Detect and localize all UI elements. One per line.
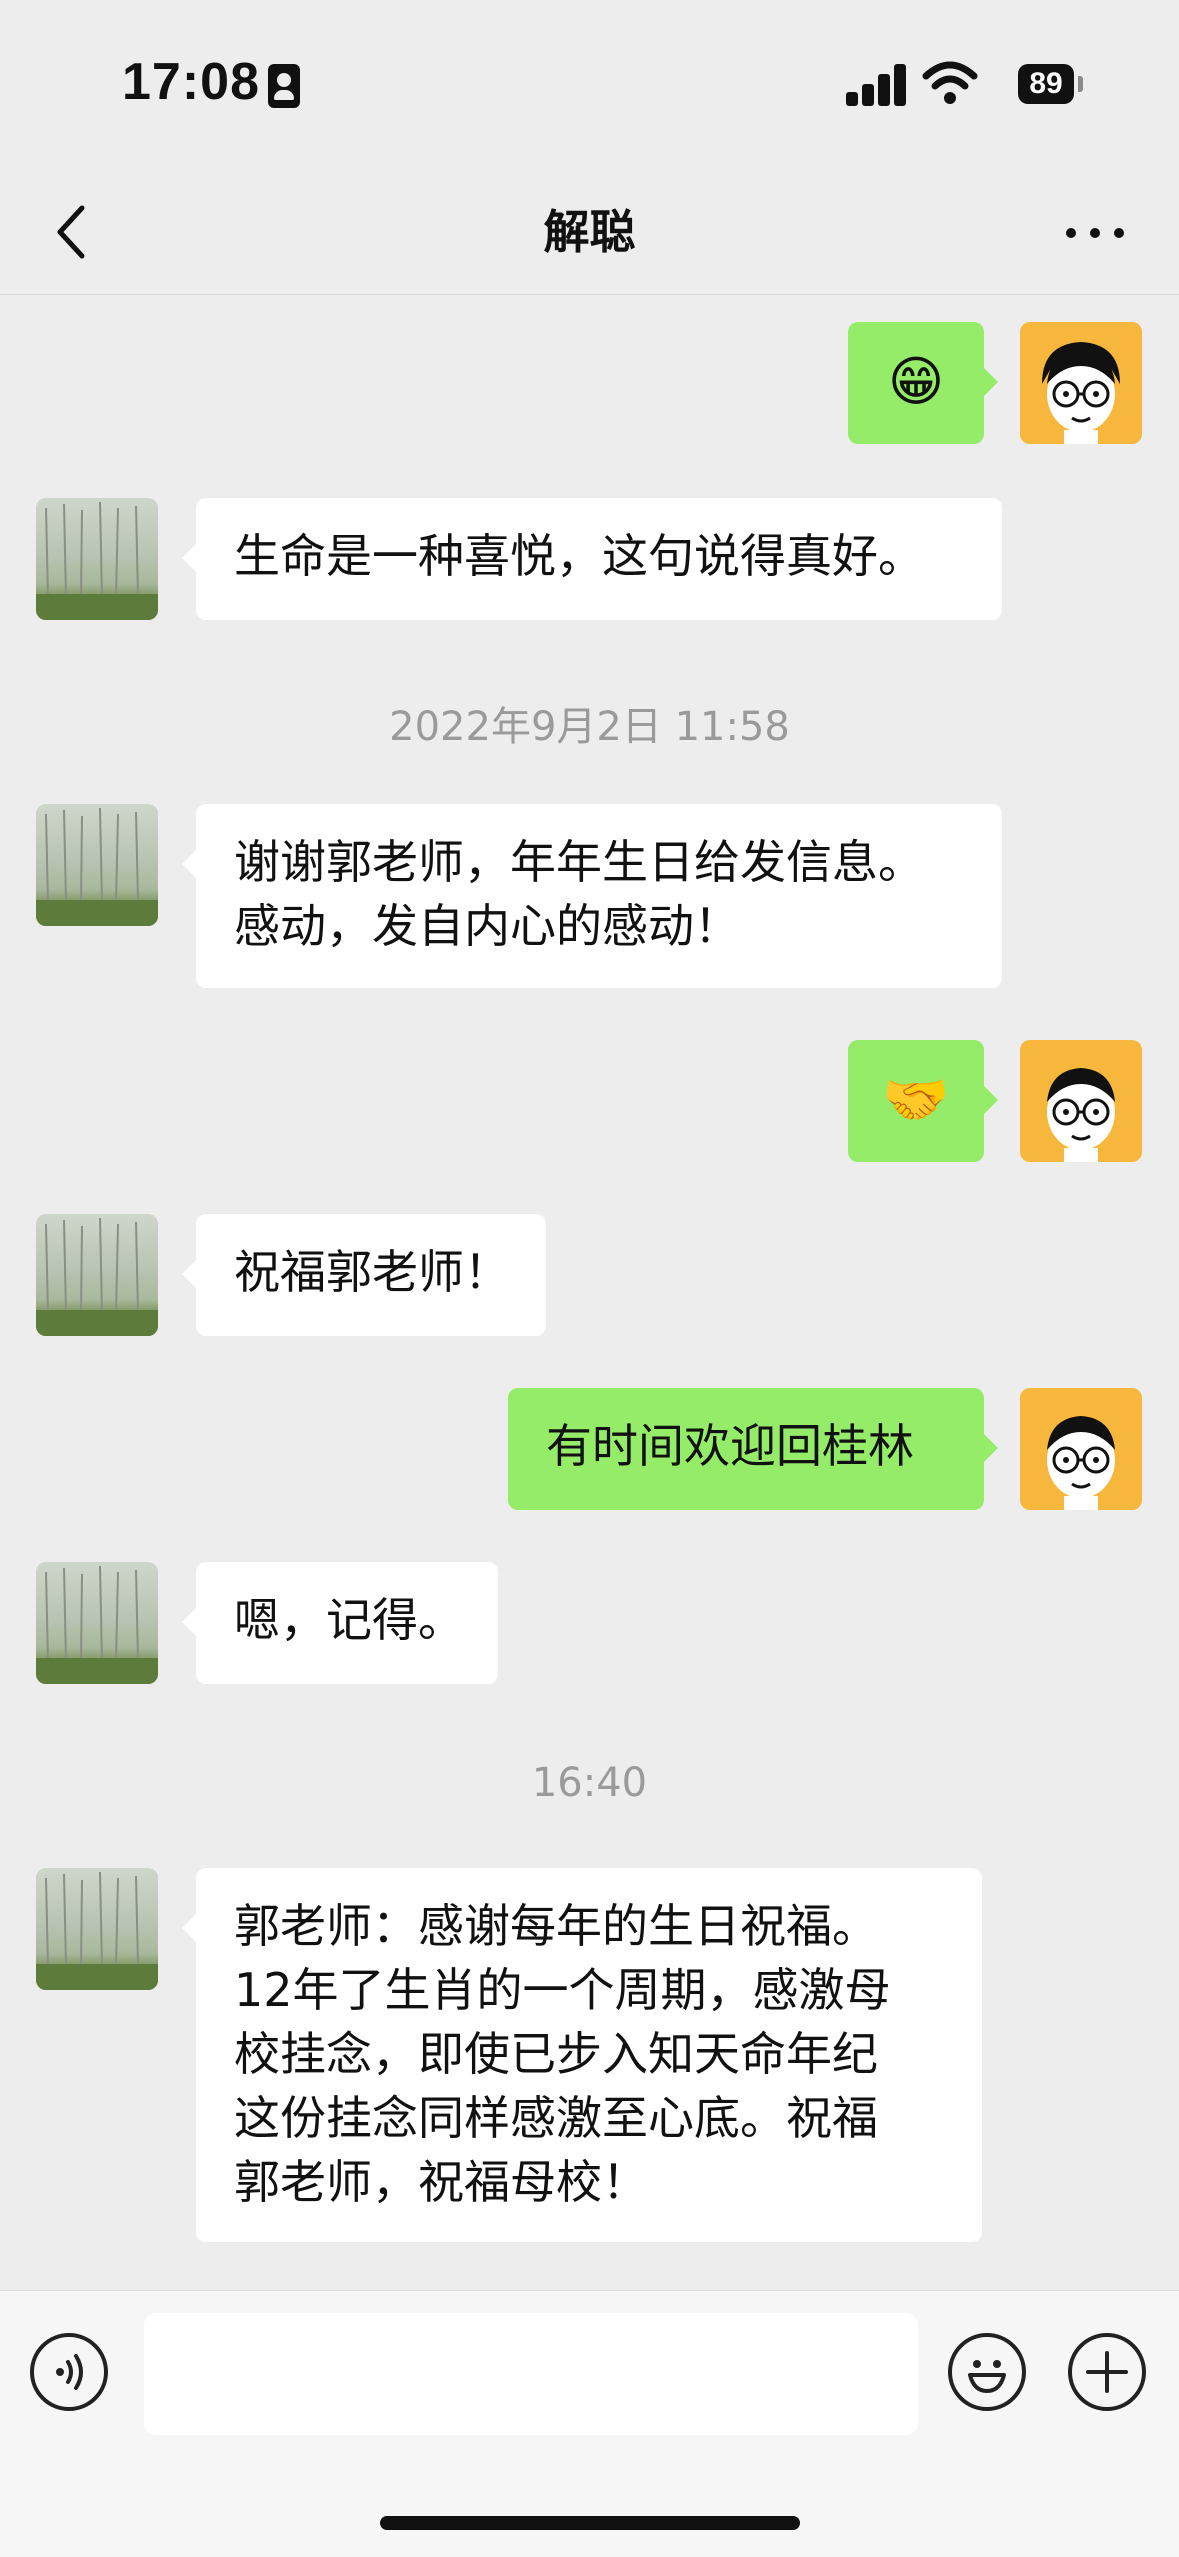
message-input[interactable] [144, 2313, 918, 2435]
chat-title: 解聪 [543, 205, 636, 259]
plus-icon[interactable] [1068, 2333, 1146, 2411]
wifi-icon [922, 61, 978, 104]
contact-avatar[interactable] [36, 1868, 158, 1990]
status-bar: 17:08 89 [0, 0, 1179, 170]
message-bubble-in[interactable]: 谢谢郭老师，年年生日给发信息。 感动，发自内心的感动！ [182, 804, 1002, 988]
message-text: 🤝 [882, 1068, 950, 1131]
cellular-signal-icon [846, 62, 908, 106]
message-text: 祝福郭老师！ [234, 1245, 510, 1299]
timestamp: 16:40 [531, 1760, 648, 1806]
message-bubble-out[interactable]: 有时间欢迎回桂林 [508, 1388, 998, 1510]
emoji-icon[interactable] [948, 2333, 1026, 2411]
my-avatar[interactable] [1020, 1040, 1142, 1162]
message-bubble-in[interactable]: 郭老师：感谢每年的生日祝福。 12年了生肖的一个周期，感激母 校挂念，即使已步入… [182, 1868, 982, 2242]
status-time: 17:08 [122, 53, 260, 111]
timestamp: 2022年9月2日 11:58 [389, 704, 790, 750]
message-text: 😁 [887, 350, 945, 413]
message-text: 郭老师：感谢每年的生日祝福。 12年了生肖的一个周期，感激母 校挂念，即使已步入… [234, 1899, 891, 2209]
my-avatar[interactable] [1020, 1388, 1142, 1510]
my-avatar[interactable] [1020, 322, 1142, 444]
message-bubble-in[interactable]: 祝福郭老师！ [182, 1214, 546, 1336]
contact-avatar[interactable] [36, 1562, 158, 1684]
message-text: 生命是一种喜悦，这句说得真好。 [234, 529, 924, 583]
contact-avatar[interactable] [36, 498, 158, 620]
chat-header: 解聪 [0, 170, 1179, 295]
contact-avatar[interactable] [36, 804, 158, 926]
message-bubble-out[interactable]: 🤝 [848, 1040, 998, 1162]
battery-tip [1078, 76, 1083, 92]
message-bubble-out[interactable]: 😁 [848, 322, 998, 444]
contact-card-icon [268, 64, 300, 108]
home-indicator[interactable] [380, 2516, 800, 2530]
message-text: 有时间欢迎回桂林 [546, 1419, 914, 1473]
more-icon[interactable] [1060, 210, 1130, 254]
message-bubble-in[interactable]: 生命是一种喜悦，这句说得真好。 [182, 498, 1002, 620]
contact-avatar[interactable] [36, 1214, 158, 1336]
message-text: 嗯，记得。 [234, 1593, 464, 1647]
message-text: 谢谢郭老师，年年生日给发信息。 感动，发自内心的感动！ [234, 835, 924, 953]
voice-icon[interactable] [30, 2333, 108, 2411]
battery-indicator: 89 [1018, 64, 1074, 104]
message-bubble-in[interactable]: 嗯，记得。 [182, 1562, 498, 1684]
